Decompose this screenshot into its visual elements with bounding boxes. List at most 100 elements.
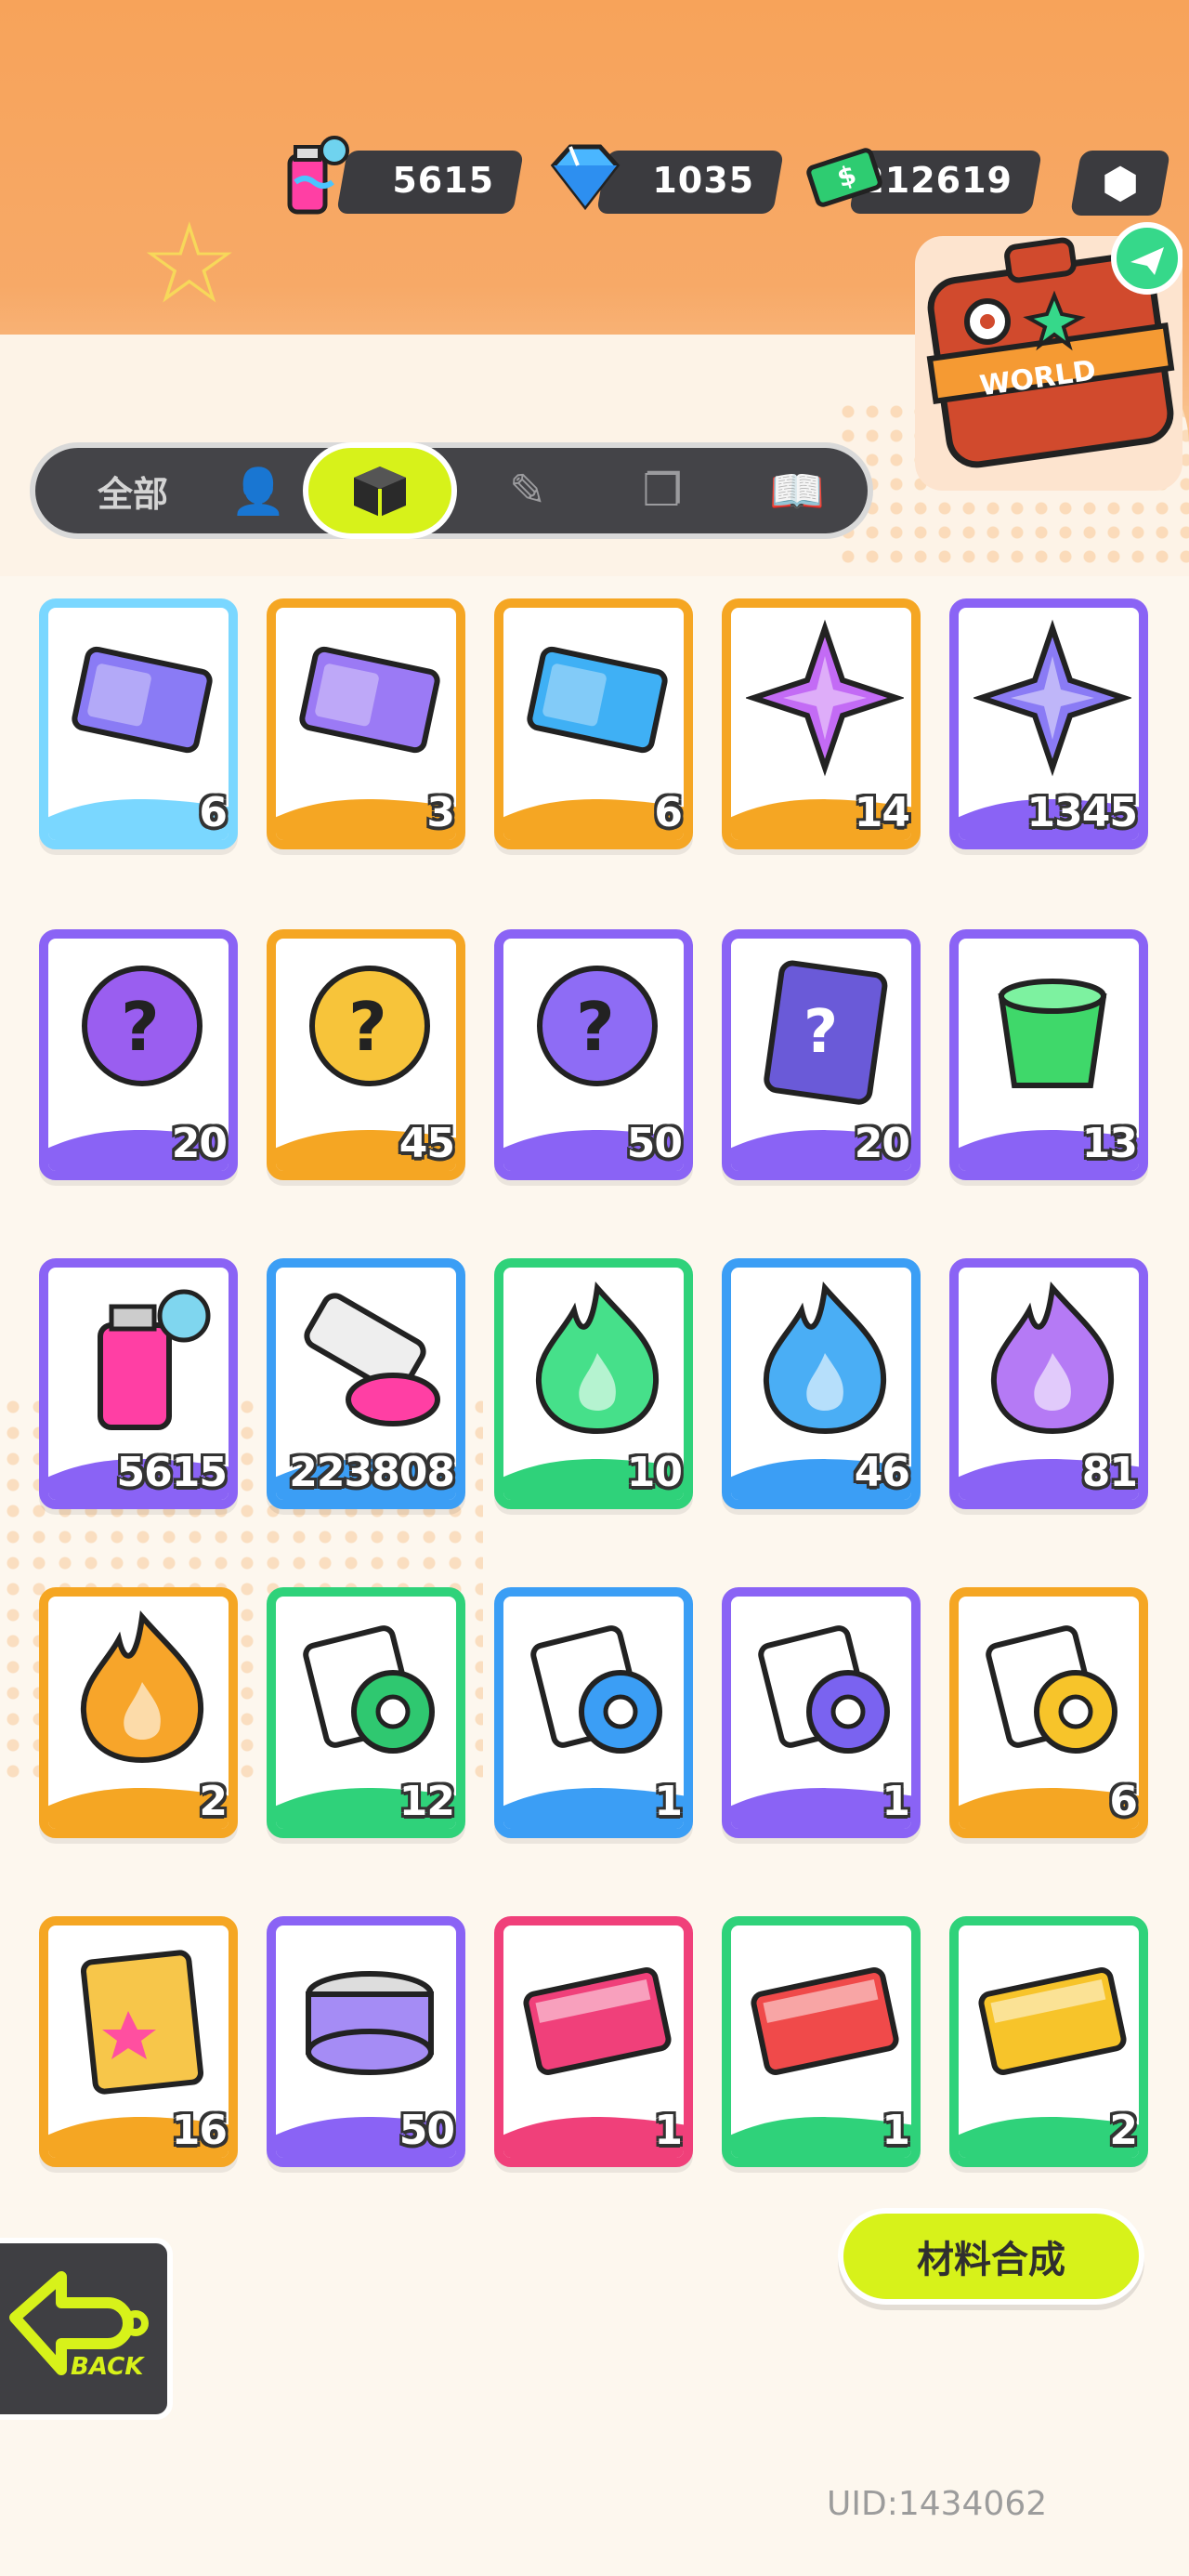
item-count: 20 — [171, 1120, 228, 1167]
purple-film-roll-icon — [758, 1625, 890, 1754]
tab-items[interactable] — [303, 442, 457, 539]
purple-star-icon — [973, 619, 1131, 777]
item-count: 5615 — [116, 1449, 228, 1496]
currency-spray: 5615 — [336, 151, 524, 214]
blue-film-roll-icon — [530, 1625, 662, 1754]
item-count: 50 — [399, 2107, 455, 2154]
world-travel-button[interactable]: WORLD — [915, 221, 1182, 491]
category-tabs: 全部 👤 ✎ ❐ 📖 — [30, 442, 873, 539]
card-icon: ❐ — [642, 465, 683, 517]
item-count: 6 — [654, 789, 683, 836]
gold-film-roll-icon — [986, 1625, 1117, 1754]
currency-value: 5615 — [392, 160, 495, 201]
tab-tools[interactable]: ✎ — [490, 448, 565, 533]
inventory-item[interactable]: 81 — [949, 1258, 1148, 1509]
diamond-icon — [550, 144, 621, 211]
inventory-item[interactable]: 2 — [949, 1916, 1148, 2167]
mystery-travel-card-icon: ? — [764, 960, 888, 1105]
item-count: 223808 — [289, 1449, 455, 1496]
item-count: 45 — [399, 1120, 455, 1167]
spray-can-icon — [98, 1289, 211, 1430]
purple-flame-icon — [990, 1281, 1115, 1435]
item-count: 1 — [882, 1778, 910, 1825]
pink-card-icon — [523, 1967, 672, 2075]
green-flame-icon — [535, 1281, 660, 1435]
back-label: BACK — [71, 2353, 144, 2381]
tianyi-ticket-icon — [527, 646, 668, 754]
item-count: 81 — [1081, 1449, 1138, 1496]
svg-text:?: ? — [348, 988, 387, 1066]
inventory-item[interactable]: ? 20 — [39, 929, 238, 1180]
inventory-item[interactable]: 1 — [722, 1916, 921, 2167]
inventory-item[interactable]: 10 — [494, 1258, 693, 1509]
item-count: 1 — [654, 2107, 683, 2154]
item-count: 1 — [654, 1778, 683, 1825]
inventory-item[interactable]: 46 — [722, 1258, 921, 1509]
inventory-item[interactable]: 1345 — [949, 598, 1148, 849]
book-icon: 📖 — [769, 465, 825, 518]
item-count: 46 — [854, 1449, 910, 1496]
paint-tube-icon — [304, 1293, 440, 1426]
currency-value: 1035 — [652, 160, 755, 201]
rainbow-ticket-icon — [72, 646, 213, 754]
inventory-item[interactable]: 1 — [722, 1587, 921, 1838]
inventory-item[interactable]: 50 — [267, 1916, 465, 2167]
gift-box-button[interactable]: ⬢ — [1069, 151, 1171, 216]
inventory-item[interactable]: 3 — [267, 598, 465, 849]
inventory-item[interactable]: 223808 — [267, 1258, 465, 1509]
orange-flame-icon — [80, 1610, 204, 1764]
inventory-item[interactable]: ? 20 — [722, 929, 921, 1180]
inventory-item[interactable]: ? 50 — [494, 929, 693, 1180]
box-icon — [354, 467, 406, 517]
star-decoration-icon: ☆ — [139, 200, 240, 329]
gold-mystery-coin-icon: ? — [309, 966, 430, 1086]
purple-mystery-coin-icon: ? — [537, 966, 658, 1086]
cash-icon: $ — [806, 148, 882, 207]
inventory-item[interactable]: 6 — [494, 598, 693, 849]
sticker-pack-icon — [80, 1950, 204, 2095]
item-count: 50 — [626, 1120, 683, 1167]
green-film-roll-icon — [303, 1625, 435, 1754]
gold-coupon-icon — [978, 1967, 1127, 2075]
item-count: 3 — [426, 789, 455, 836]
inventory-item[interactable]: 1 — [494, 1587, 693, 1838]
inventory-item[interactable]: 16 — [39, 1916, 238, 2167]
inventory-item[interactable]: 5615 — [39, 1258, 238, 1509]
inventory-item[interactable]: ? 45 — [267, 929, 465, 1180]
spray-can-icon — [287, 136, 349, 215]
mystery-egg-icon: ? — [82, 966, 203, 1086]
svg-text:?: ? — [576, 988, 615, 1066]
item-count: 2 — [199, 1778, 228, 1825]
tab-characters[interactable]: 👤 — [221, 448, 295, 533]
inventory-item[interactable]: 12 — [267, 1587, 465, 1838]
blue-flame-icon — [763, 1281, 887, 1435]
inventory-item[interactable]: 13 — [949, 929, 1148, 1180]
item-count: 20 — [854, 1120, 910, 1167]
item-count: 16 — [171, 2107, 228, 2154]
back-arrow-icon — [9, 2271, 149, 2375]
item-count: 6 — [199, 789, 228, 836]
user-id: UID:1434062 — [827, 2485, 1048, 2523]
person-icon: 👤 — [230, 465, 286, 518]
item-count: 13 — [1081, 1120, 1138, 1167]
gift-box-icon: ⬢ — [1101, 158, 1140, 208]
item-count: 1345 — [1026, 789, 1138, 836]
tab-book[interactable]: 📖 — [751, 448, 843, 533]
item-count: 14 — [854, 789, 910, 836]
tab-cards[interactable]: ❐ — [621, 448, 704, 533]
inventory-item[interactable]: 1 — [494, 1916, 693, 2167]
item-count: 6 — [1109, 1778, 1138, 1825]
tab-all[interactable]: 全部 — [63, 448, 203, 533]
item-count: 12 — [399, 1778, 455, 1825]
svg-text:?: ? — [804, 998, 838, 1067]
inventory-item[interactable]: 6 — [949, 1587, 1148, 1838]
inventory-item[interactable]: 14 — [722, 598, 921, 849]
green-jelly-cup-icon — [998, 979, 1107, 1088]
inventory-item[interactable]: 6 — [39, 598, 238, 849]
inventory-item[interactable]: 2 — [39, 1587, 238, 1838]
back-button[interactable]: BACK — [0, 2238, 173, 2420]
item-count: 2 — [1109, 2107, 1138, 2154]
cool-can-icon — [306, 1971, 434, 2075]
red-coupon-icon — [751, 1967, 899, 2075]
material-synthesis-button[interactable]: 材料合成 — [838, 2208, 1144, 2305]
